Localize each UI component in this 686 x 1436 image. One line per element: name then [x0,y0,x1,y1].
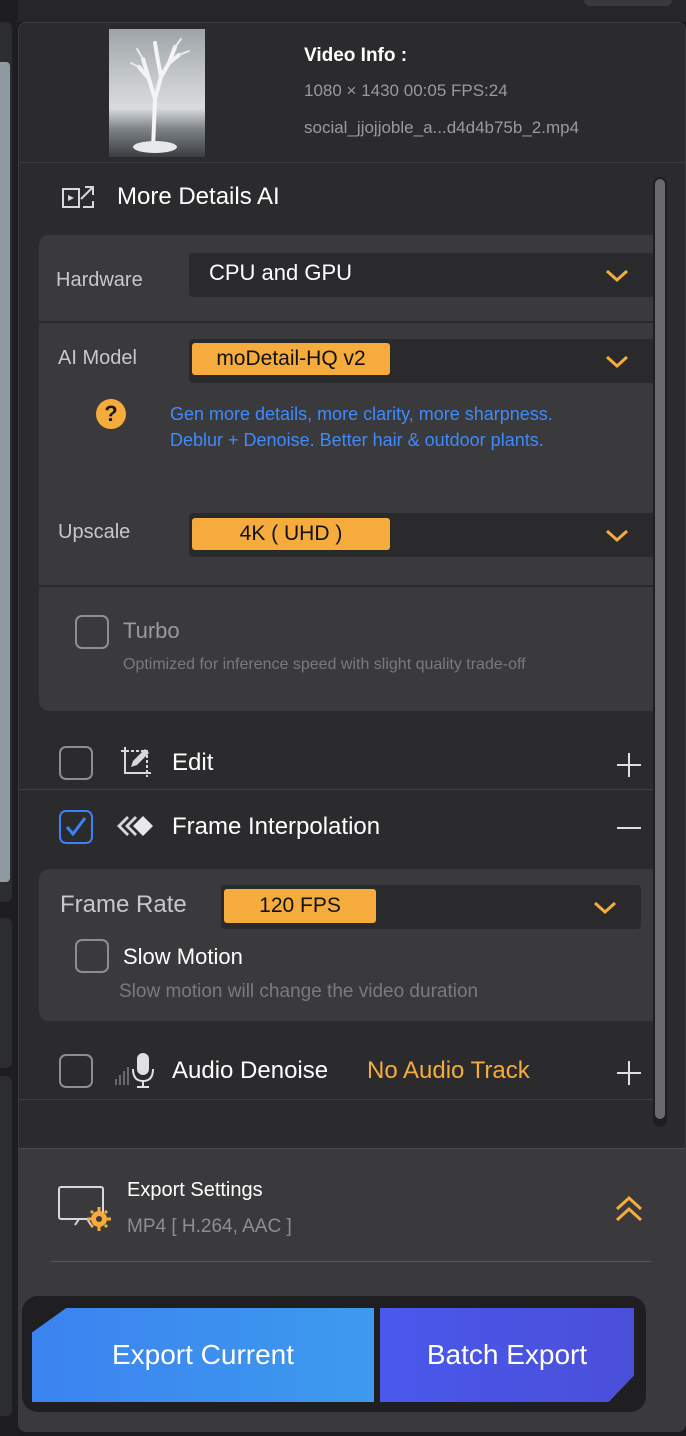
more-details-header: More Details AI [61,177,280,217]
video-dimensions: 1080 × 1430 00:05 FPS:24 [304,81,508,100]
frame-interpolation-checkbox[interactable] [59,810,93,844]
ai-model-dropdown[interactable]: moDetail-HQ v2 [189,339,659,383]
frame-interpolation-label: Frame Interpolation [172,813,381,840]
settings-panel: Video Info : 1080 × 1430 00:05 FPS:24 so… [18,22,686,1432]
scrollbar-thumb[interactable] [655,179,665,1119]
video-filename: social_jjojjoble_a...d4d4b75b_2.mp4 [304,118,580,137]
divider [19,1099,653,1100]
more-details-card: Hardware CPU and GPU AI Model moDetail-H… [39,235,665,711]
microphone-icon [115,1051,157,1089]
export-settings-icon [57,1185,113,1233]
ai-model-label: AI Model [58,347,137,369]
slow-motion-label: Slow Motion [123,944,243,969]
export-settings-format: MP4 [ H.264, AAC ] [127,1216,292,1237]
upscale-dropdown[interactable]: 4K ( UHD ) [189,513,659,557]
slow-motion-description: Slow motion will change the video durati… [119,981,479,1002]
turbo-label: Turbo [123,618,180,643]
chevron-down-icon [605,355,629,369]
frame-interpolation-card: Frame Rate 120 FPS Slow Motion Slow moti… [39,869,665,1021]
top-bar [18,0,686,22]
divider [39,321,665,323]
batch-export-button[interactable]: Batch Export [380,1308,634,1402]
frame-interpolation-icon [115,813,157,839]
export-current-button[interactable]: Export Current [32,1308,374,1402]
video-thumbnail [109,29,205,157]
upscale-value: 4K ( UHD ) [192,518,390,550]
top-bar-button[interactable] [584,0,672,6]
divider [51,1261,651,1262]
edit-icon [119,745,155,779]
audio-denoise-status: No Audio Track [367,1057,530,1084]
hardware-dropdown[interactable]: CPU and GPU [189,253,659,297]
edit-label: Edit [172,749,214,776]
plus-icon[interactable] [616,752,642,778]
ai-model-help-text: Gen more details, more clarity, more sha… [170,401,553,453]
divider [39,585,665,587]
frame-rate-label: Frame Rate [60,891,187,918]
audio-denoise-label: Audio Denoise [172,1057,329,1084]
help-icon[interactable]: ? [96,399,126,429]
chevron-down-icon [605,269,629,283]
left-panel-preview [0,62,10,882]
left-panel-3 [0,1076,12,1416]
frame-rate-dropdown[interactable]: 120 FPS [221,885,641,929]
chevron-down-icon [605,529,629,543]
left-panel-2 [0,918,12,1068]
chevron-down-icon [593,901,617,915]
turbo-description: Optimized for inference speed with sligh… [123,656,526,673]
ai-model-value: moDetail-HQ v2 [192,343,390,375]
video-info-title: Video Info : [304,45,408,66]
checkmark-icon [65,817,87,837]
hardware-value: CPU and GPU [209,260,353,285]
minus-icon[interactable] [616,815,642,841]
export-settings-title: Export Settings [127,1179,263,1201]
settings-scrollbar[interactable] [653,177,667,1127]
edit-checkbox[interactable] [59,746,93,780]
divider [19,789,653,790]
turbo-checkbox[interactable] [75,615,109,649]
upscale-label: Upscale [58,521,131,543]
slow-motion-checkbox[interactable] [75,939,109,973]
plus-icon[interactable] [616,1060,642,1086]
frame-rate-value: 120 FPS [224,889,376,923]
left-sidebar-strip [0,0,18,1436]
video-info-header: Video Info : 1080 × 1430 00:05 FPS:24 so… [19,23,685,163]
help-text-line-2: Deblur + Denoise. Better hair & outdoor … [170,430,544,450]
help-text-line-1: Gen more details, more clarity, more sha… [170,404,553,424]
audio-denoise-checkbox[interactable] [59,1054,93,1088]
hardware-label: Hardware [56,269,143,291]
double-chevron-up-icon[interactable] [615,1195,643,1223]
more-details-icon [61,183,97,211]
more-details-title: More Details AI [117,183,280,210]
